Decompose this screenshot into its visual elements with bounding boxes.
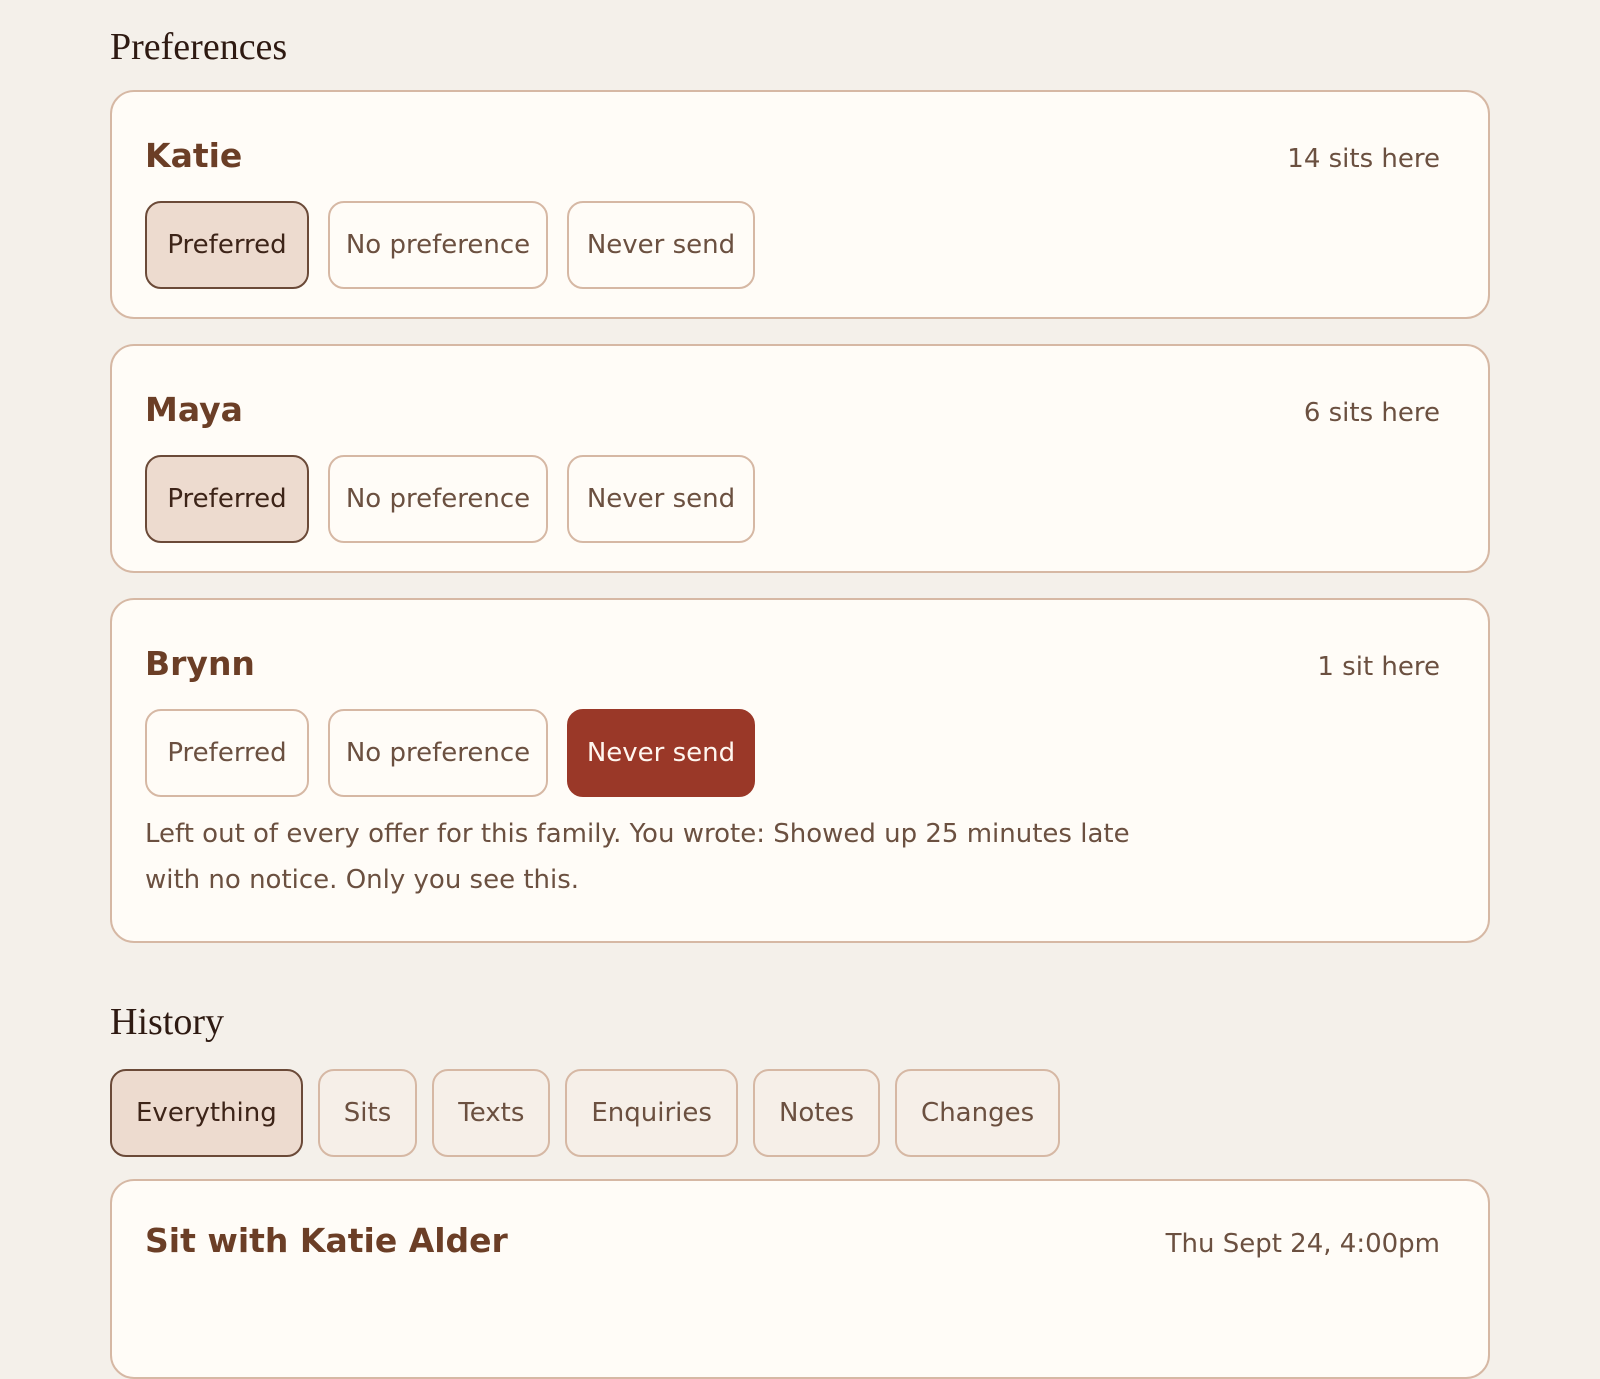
sits-count: 14 sits here: [1287, 144, 1440, 174]
sits-count: 6 sits here: [1303, 398, 1440, 428]
tab-notes[interactable]: Notes: [752, 1069, 881, 1157]
tab-enquiries[interactable]: Enquiries: [565, 1069, 738, 1157]
sitter-card-header: Maya 6 sits here: [145, 346, 1440, 429]
sitter-card-header: Katie 14 sits here: [145, 92, 1440, 175]
tab-changes[interactable]: Changes: [895, 1069, 1061, 1157]
no-preference-button[interactable]: No preference: [328, 709, 548, 797]
tab-sits[interactable]: Sits: [317, 1069, 418, 1157]
sitter-card-katie: Katie 14 sits here Preferred No preferen…: [110, 90, 1490, 319]
sitter-card-header: Brynn 1 sit here: [145, 600, 1440, 683]
preference-options: Preferred No preference Never send: [145, 709, 1440, 825]
sitter-card-brynn: Brynn 1 sit here Preferred No preference…: [110, 598, 1490, 943]
no-preference-button[interactable]: No preference: [328, 201, 548, 289]
history-filter-tabs: Everything Sits Texts Enquiries Notes Ch…: [110, 1069, 1490, 1157]
history-entry-header: Sit with Katie Alder Thu Sept 24, 4:00pm: [145, 1221, 1440, 1260]
never-send-button[interactable]: Never send: [567, 201, 755, 289]
preferred-button[interactable]: Preferred: [145, 709, 309, 797]
sitter-name: Katie: [145, 136, 243, 175]
never-send-note: Left out of every offer for this family.…: [145, 819, 1130, 895]
never-send-button[interactable]: Never send: [567, 709, 755, 797]
sitter-card-maya: Maya 6 sits here Preferred No preference…: [110, 344, 1490, 573]
sitter-name: Maya: [145, 390, 243, 429]
preference-options: Preferred No preference Never send: [145, 201, 1440, 317]
preferences-title: Preferences: [110, 26, 288, 68]
tab-texts[interactable]: Texts: [432, 1069, 551, 1157]
preferred-button[interactable]: Preferred: [145, 455, 309, 543]
sits-count: 1 sit here: [1317, 652, 1440, 682]
history-title: History: [110, 1001, 224, 1043]
sitter-name: Brynn: [145, 644, 255, 683]
never-send-button[interactable]: Never send: [567, 455, 755, 543]
history-entry-date: Thu Sept 24, 4:00pm: [1165, 1229, 1440, 1259]
tab-everything[interactable]: Everything: [110, 1069, 303, 1157]
preferred-button[interactable]: Preferred: [145, 201, 309, 289]
no-preference-button[interactable]: No preference: [328, 455, 548, 543]
preference-options: Preferred No preference Never send: [145, 455, 1440, 571]
history-entry[interactable]: Sit with Katie Alder Thu Sept 24, 4:00pm: [110, 1179, 1490, 1379]
history-entry-title: Sit with Katie Alder: [145, 1221, 508, 1260]
page: Preferences Katie 14 sits here Preferred…: [110, 0, 1490, 1379]
